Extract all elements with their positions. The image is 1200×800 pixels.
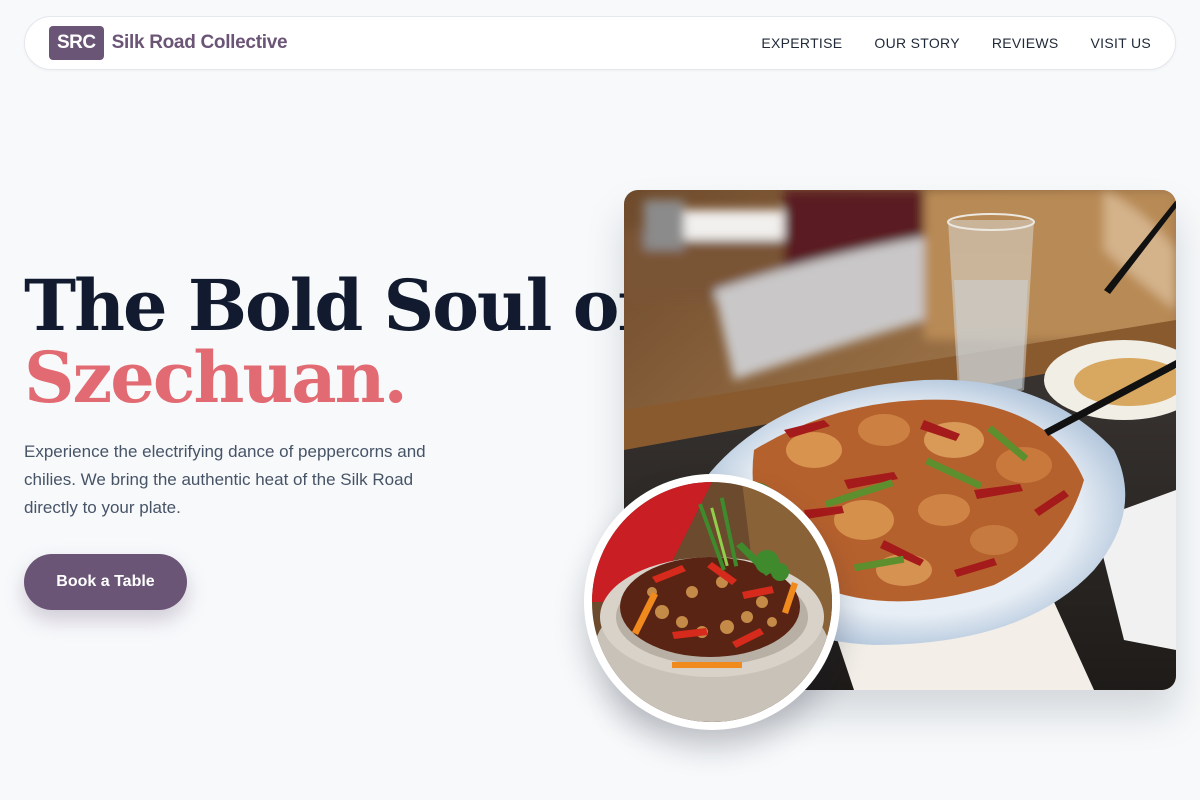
inset-dish-illustration xyxy=(592,482,832,722)
brand-name: Silk Road Collective xyxy=(111,32,288,53)
hero-inset-image xyxy=(584,474,840,730)
hero-description: Experience the electrifying dance of pep… xyxy=(24,442,426,517)
brand-mark: SRC xyxy=(49,26,104,60)
nav-links: EXPERTISE OUR STORY REVIEWS VISIT US xyxy=(761,35,1151,51)
nav-link-visit-us[interactable]: VISIT US xyxy=(1091,35,1152,51)
hero-title-line1: The Bold Soul of xyxy=(24,264,648,347)
navbar: SRC Silk Road Collective EXPERTISE OUR S… xyxy=(24,16,1176,70)
brand-logo-link[interactable]: SRC Silk Road Collective xyxy=(49,26,288,60)
nav-link-reviews[interactable]: REVIEWS xyxy=(992,35,1059,51)
nav-link-expertise[interactable]: EXPERTISE xyxy=(761,35,842,51)
book-table-button[interactable]: Book a Table xyxy=(24,554,187,610)
nav-link-our-story[interactable]: OUR STORY xyxy=(874,35,959,51)
hero-title: The Bold Soul of Szechuan. xyxy=(24,270,648,419)
hero-title-accent: Szechuan. xyxy=(24,336,408,419)
